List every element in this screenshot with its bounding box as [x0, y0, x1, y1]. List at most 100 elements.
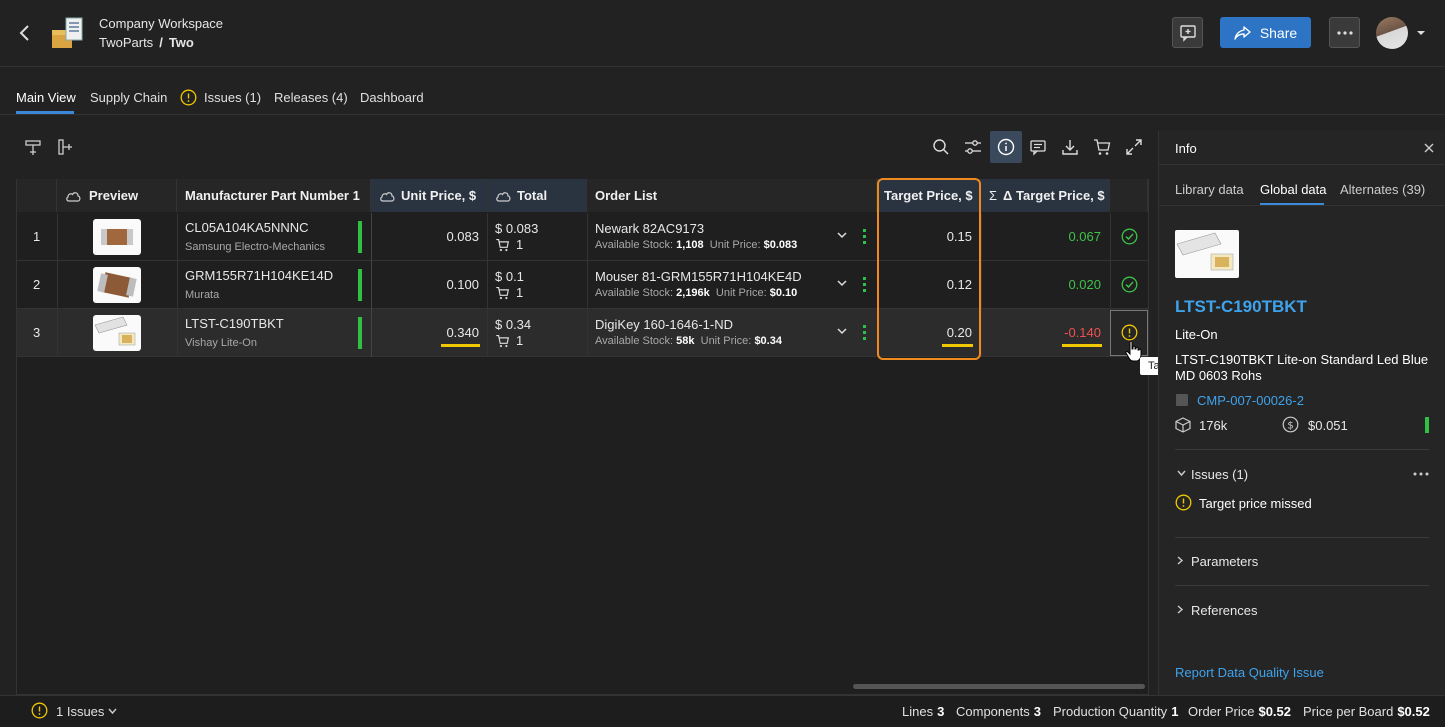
tab-issues[interactable]: Issues (1)	[180, 89, 261, 106]
info-tab-alternates[interactable]: Alternates (39)	[1340, 182, 1425, 197]
header-preview[interactable]: Preview	[57, 179, 177, 212]
breadcrumb-project[interactable]: TwoParts	[99, 35, 153, 50]
chevron-right-icon[interactable]	[1177, 556, 1184, 565]
caret-down-icon[interactable]	[1416, 29, 1426, 37]
horizontal-scrollbar[interactable]	[853, 684, 1145, 689]
add-column-icon[interactable]	[53, 135, 77, 159]
info-part-name[interactable]: LTST-C190TBKT	[1175, 297, 1307, 317]
row-menu-icon[interactable]	[863, 325, 867, 341]
header-delta-target[interactable]: Σ Δ Target Price, $	[981, 179, 1110, 212]
workspace-name: Company Workspace	[99, 16, 224, 31]
production-label: Production Quantity	[1053, 704, 1168, 719]
warning-circle-icon[interactable]	[1121, 324, 1138, 341]
col-divider	[487, 213, 488, 357]
mpn-text[interactable]: CL05A104KA5NNNC	[185, 220, 309, 235]
header-total[interactable]: Total	[487, 179, 587, 212]
part-image	[1175, 230, 1239, 278]
info-icon[interactable]	[994, 135, 1018, 159]
chevron-down-icon[interactable]	[837, 280, 847, 287]
tab-main-view[interactable]: Main View	[16, 90, 76, 105]
check-circle-icon[interactable]	[1121, 228, 1138, 245]
mpn-text[interactable]: LTST-C190TBKT	[185, 316, 284, 331]
search-icon[interactable]	[929, 135, 953, 159]
mpn-text[interactable]: GRM155R71H104KE14D	[185, 268, 333, 283]
part-thumbnail[interactable]	[93, 267, 141, 303]
info-references[interactable]: References	[1191, 603, 1257, 618]
supplier-price-value: $0.10	[769, 287, 798, 299]
report-data-quality-link[interactable]: Report Data Quality Issue	[1175, 665, 1324, 680]
lines-value: 3	[937, 704, 945, 719]
unit-price[interactable]: 0.083	[400, 229, 479, 244]
availability-bar	[358, 317, 362, 349]
delta-target-price: 0.067	[1068, 229, 1101, 244]
chevron-down-icon[interactable]	[837, 328, 847, 335]
row-index: 3	[33, 325, 41, 340]
share-button[interactable]: Share	[1220, 17, 1311, 48]
header-preview-label: Preview	[89, 188, 139, 203]
view-tabs: Main View Supply Chain Issues (1) Releas…	[0, 67, 1445, 115]
add-row-icon[interactable]	[21, 135, 45, 159]
header-unit-price[interactable]: Unit Price, $	[371, 179, 487, 212]
manufacturer-text: Murata	[185, 289, 220, 301]
download-icon[interactable]	[1058, 135, 1082, 159]
info-issues-header[interactable]: Issues (1)	[1191, 467, 1248, 482]
tab-supply-chain[interactable]: Supply Chain	[90, 90, 167, 105]
chevron-down-icon[interactable]	[108, 708, 117, 715]
part-thumbnail[interactable]	[93, 219, 141, 255]
delta-target-price: 0.020	[1068, 277, 1101, 292]
cart-icon[interactable]	[1090, 135, 1114, 159]
check-circle-icon[interactable]	[1121, 276, 1138, 293]
info-cmp-id[interactable]: CMP-007-00026-2	[1197, 393, 1304, 408]
info-panel-title: Info	[1175, 141, 1197, 156]
stock-label: Available Stock:	[595, 239, 674, 251]
close-icon[interactable]	[1424, 143, 1434, 153]
delta-target-price: -0.140	[1064, 325, 1101, 340]
tab-releases[interactable]: Releases (4)	[274, 90, 348, 105]
package-stock-icon	[1175, 417, 1191, 433]
info-tab-global[interactable]: Global data	[1260, 182, 1327, 197]
col-divider	[981, 213, 982, 357]
breadcrumb-separator: /	[159, 35, 163, 50]
supplier-details: Available Stock: 58k Unit Price: $0.34	[595, 335, 782, 347]
fullscreen-expand-icon[interactable]	[1122, 135, 1146, 159]
tab-issues-label: Issues (1)	[204, 90, 262, 105]
supplier-name[interactable]: Newark 82AC9173	[595, 221, 704, 236]
more-options-button[interactable]	[1329, 17, 1360, 48]
cart-icon	[496, 238, 510, 251]
header-order-list[interactable]: Order List	[587, 179, 877, 212]
warning-circle-icon[interactable]	[31, 702, 48, 719]
delta-warning-underline	[1062, 344, 1102, 347]
supplier-name[interactable]: DigiKey 160-1646-1-ND	[595, 317, 733, 332]
tab-dashboard[interactable]: Dashboard	[360, 90, 424, 105]
info-parameters[interactable]: Parameters	[1191, 554, 1258, 569]
filter-sliders-icon[interactable]	[961, 135, 985, 159]
info-panel-header	[1159, 131, 1445, 165]
footer-issues-count[interactable]: 1 Issues	[56, 704, 104, 719]
unit-price[interactable]: 0.340	[400, 325, 479, 340]
header-mpn[interactable]: Manufacturer Part Number 1	[177, 179, 371, 212]
part-thumbnail[interactable]	[93, 315, 141, 351]
user-avatar[interactable]	[1376, 17, 1408, 49]
comment-add-icon	[1179, 24, 1196, 42]
dollar-circle-icon: $	[1282, 416, 1299, 433]
info-issue-text[interactable]: Target price missed	[1199, 496, 1312, 511]
comments-icon[interactable]	[1026, 135, 1050, 159]
supplier-name[interactable]: Mouser 81-GRM155R71H104KE4D	[595, 269, 802, 284]
unit-price[interactable]: 0.100	[400, 277, 479, 292]
share-arrow-icon	[1234, 25, 1251, 40]
info-availability-bar	[1425, 417, 1429, 433]
back-chevron-icon[interactable]	[14, 22, 36, 44]
total-price: $ 0.1	[495, 269, 524, 284]
row-menu-icon[interactable]	[863, 229, 867, 245]
stock-value: 58k	[676, 335, 695, 347]
info-tab-library[interactable]: Library data	[1175, 182, 1244, 197]
row-menu-icon[interactable]	[863, 277, 867, 293]
chevron-down-icon[interactable]	[837, 232, 847, 239]
add-comment-button[interactable]	[1172, 17, 1203, 48]
header-delta-label: Δ Target Price, $	[1003, 188, 1105, 203]
per-board-label: Price per Board	[1303, 704, 1394, 719]
chevron-right-icon[interactable]	[1177, 605, 1184, 614]
chevron-down-icon[interactable]	[1177, 470, 1186, 477]
supplier-details: Available Stock: 1,108 Unit Price: $0.08…	[595, 239, 797, 251]
ellipsis-icon[interactable]	[1413, 472, 1429, 476]
